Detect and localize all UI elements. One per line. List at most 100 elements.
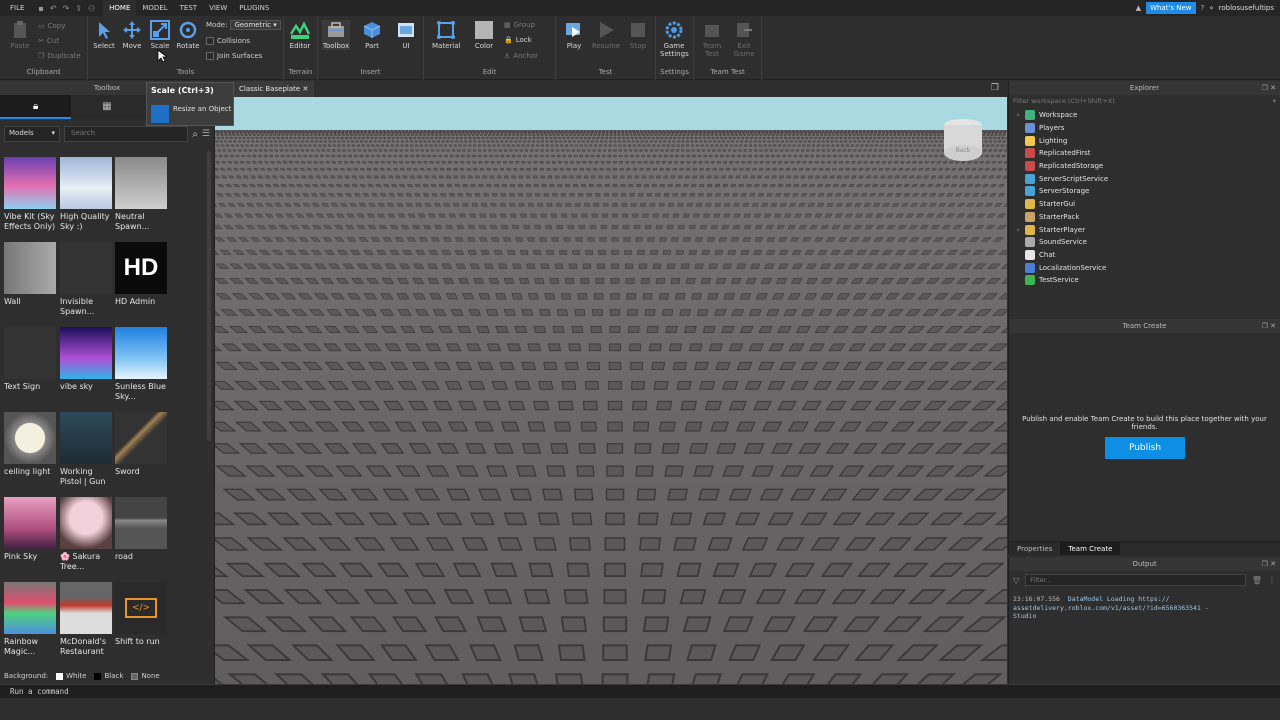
scale-tool-button[interactable]: Scale bbox=[146, 20, 174, 50]
expand-chevron-icon[interactable]: › bbox=[1013, 111, 1023, 119]
explorer-item-starterpack[interactable]: StarterPack bbox=[1013, 211, 1280, 224]
command-bar-input[interactable]: Run a command bbox=[0, 684, 1280, 698]
select-tool-button[interactable]: Select bbox=[90, 20, 118, 50]
output-filter-input[interactable]: Filter... bbox=[1025, 574, 1246, 586]
toolbox-item[interactable]: HD HD Admin bbox=[115, 242, 169, 307]
mode-select[interactable]: Geometric ▾ bbox=[230, 20, 281, 30]
toolbox-item[interactable]: Working Pistol | Gun bbox=[60, 412, 114, 487]
output-message[interactable]: assetdelivery.roblox.com/v1/asset/?id=65… bbox=[1013, 604, 1209, 612]
tab-model[interactable]: MODEL bbox=[136, 0, 173, 16]
publish-icon[interactable]: ⇪ bbox=[75, 4, 82, 13]
output-menu-icon[interactable]: ⋮ bbox=[1268, 576, 1276, 585]
panel-controls[interactable]: ❐ ✕ bbox=[1262, 81, 1276, 95]
save-icon[interactable]: ▪ bbox=[38, 4, 43, 13]
menu-file[interactable]: FILE bbox=[4, 0, 30, 16]
close-icon[interactable]: ✕ bbox=[302, 85, 308, 93]
toolbox-item[interactable]: Sword bbox=[115, 412, 169, 477]
exit-game-button[interactable]: Exit Game bbox=[730, 20, 758, 58]
toolbox-item[interactable]: road bbox=[115, 497, 169, 562]
tab-home[interactable]: HOME bbox=[103, 0, 137, 16]
lock-button[interactable]: 🔒 Lock bbox=[504, 36, 532, 44]
username[interactable]: roblosusefultips bbox=[1219, 4, 1274, 12]
expand-chevron-icon[interactable]: › bbox=[1013, 226, 1023, 234]
collisions-toggle[interactable]: Collisions bbox=[206, 37, 250, 45]
explorer-item-replicatedfirst[interactable]: ReplicatedFirst bbox=[1013, 147, 1280, 160]
explorer-item-testservice[interactable]: TestService bbox=[1013, 274, 1280, 287]
clear-output-icon[interactable]: 🗑︎ bbox=[1252, 576, 1262, 585]
toolbox-item[interactable]: Text Sign bbox=[4, 327, 58, 392]
toolbox-item[interactable]: Vibe Kit (Sky Effects Only) bbox=[4, 157, 58, 232]
toolbox-search-input[interactable]: Search bbox=[64, 126, 189, 142]
output-message[interactable]: DataModel Loading https:// bbox=[1068, 595, 1170, 603]
ui-button[interactable]: UI bbox=[392, 20, 420, 50]
toolbox-item[interactable]: ceiling light bbox=[4, 412, 58, 477]
notification-icon[interactable]: ▲ bbox=[1136, 4, 1141, 12]
material-button[interactable]: Material bbox=[432, 20, 460, 50]
publish-button[interactable]: Publish bbox=[1105, 437, 1185, 459]
toolbox-item[interactable]: McDonald's Restaurant bbox=[60, 582, 114, 657]
category-dropdown[interactable]: Models ▾ bbox=[4, 126, 60, 142]
tab-test[interactable]: TEST bbox=[174, 0, 203, 16]
explorer-item-startergui[interactable]: StarterGui bbox=[1013, 198, 1280, 211]
toolbox-scrollbar[interactable] bbox=[207, 151, 211, 441]
toolbox-item[interactable]: Wall bbox=[4, 242, 58, 307]
toolbox-item[interactable]: High Quality Sky :) bbox=[60, 157, 114, 232]
toolbox-item[interactable]: vibe sky bbox=[60, 327, 114, 392]
cut-button[interactable]: ✂ Cut bbox=[38, 37, 59, 45]
toolbox-item[interactable]: </> Shift to run bbox=[115, 582, 169, 647]
3d-viewport[interactable]: Back bbox=[215, 97, 1007, 684]
part-button[interactable]: Part bbox=[358, 20, 386, 50]
explorer-filter-input[interactable]: Filter workspace (Ctrl+Shift+X) ▾ bbox=[1009, 95, 1280, 109]
background-none-option[interactable]: None bbox=[131, 672, 160, 680]
toolbox-button[interactable]: Toolbox bbox=[322, 20, 350, 50]
move-tool-button[interactable]: Move bbox=[118, 20, 146, 50]
explorer-item-chat[interactable]: Chat bbox=[1013, 249, 1280, 262]
tab-marketplace[interactable]: 🔒︎ bbox=[0, 95, 72, 119]
background-white-option[interactable]: White bbox=[56, 672, 86, 680]
panel-controls[interactable]: ❐ ✕ bbox=[1262, 557, 1276, 571]
share-icon[interactable]: ⋄ bbox=[1209, 4, 1213, 12]
toolbox-item[interactable]: Sunless Blue Sky... bbox=[115, 327, 169, 402]
tab-view[interactable]: VIEW bbox=[203, 0, 233, 16]
explorer-item-workspace[interactable]: › Workspace bbox=[1013, 109, 1280, 122]
play-button[interactable]: Play bbox=[560, 20, 588, 50]
join-surfaces-toggle[interactable]: Join Surfaces bbox=[206, 52, 262, 60]
view-cube[interactable]: Back bbox=[944, 119, 982, 161]
explorer-item-serverscriptservice[interactable]: ServerScriptService bbox=[1013, 172, 1280, 185]
toolbox-item[interactable]: Neutral Spawn... bbox=[115, 157, 169, 232]
paste-button[interactable]: Paste bbox=[6, 20, 34, 50]
whats-new-button[interactable]: What's New bbox=[1146, 2, 1196, 14]
stop-button[interactable]: Stop bbox=[624, 20, 652, 50]
maximize-icon[interactable]: ❐ bbox=[991, 83, 999, 93]
explorer-item-starterplayer[interactable]: › StarterPlayer bbox=[1013, 223, 1280, 236]
filter-icon[interactable]: ☰ bbox=[202, 129, 210, 139]
copy-button[interactable]: ▭ Copy bbox=[38, 22, 65, 30]
explorer-item-replicatedstorage[interactable]: ReplicatedStorage bbox=[1013, 160, 1280, 173]
tab-plugins[interactable]: PLUGINS bbox=[233, 0, 275, 16]
team-test-button[interactable]: Team Test bbox=[698, 20, 726, 58]
explorer-item-serverstorage[interactable]: ServerStorage bbox=[1013, 185, 1280, 198]
undo-icon[interactable]: ↶ bbox=[50, 4, 57, 13]
search-icon[interactable]: ⌕ bbox=[192, 129, 198, 140]
help-icon[interactable]: ? bbox=[1201, 4, 1205, 12]
anchor-button[interactable]: ⚓ Anchor bbox=[504, 52, 538, 60]
group-button[interactable]: ▦ Group bbox=[504, 21, 535, 29]
toolbox-item[interactable]: Rainbow Magic... bbox=[4, 582, 58, 657]
tab-classic-baseplate[interactable]: Classic Baseplate ✕ bbox=[233, 81, 315, 97]
join-surfaces-checkbox[interactable] bbox=[206, 52, 214, 60]
explorer-item-lighting[interactable]: Lighting bbox=[1013, 134, 1280, 147]
explorer-item-localizationservice[interactable]: LocalizationService bbox=[1013, 261, 1280, 274]
toolbox-item[interactable]: 🌸 Sakura Tree... bbox=[60, 497, 114, 572]
rotate-tool-button[interactable]: Rotate bbox=[174, 20, 202, 50]
tab-properties[interactable]: Properties bbox=[1009, 542, 1060, 555]
game-settings-button[interactable]: Game Settings bbox=[660, 20, 689, 58]
duplicate-button[interactable]: ❐ Duplicate bbox=[38, 52, 81, 60]
terrain-editor-button[interactable]: Editor bbox=[286, 20, 314, 50]
toolbox-item[interactable]: Pink Sky bbox=[4, 497, 58, 562]
toolbox-item[interactable]: Invisible Spawn... bbox=[60, 242, 114, 317]
tab-team-create[interactable]: Team Create bbox=[1060, 542, 1121, 555]
explorer-item-soundservice[interactable]: SoundService bbox=[1013, 236, 1280, 249]
team-icon[interactable]: ⚇ bbox=[88, 4, 95, 13]
redo-icon[interactable]: ↷ bbox=[63, 4, 70, 13]
background-black-option[interactable]: Black bbox=[94, 672, 123, 680]
